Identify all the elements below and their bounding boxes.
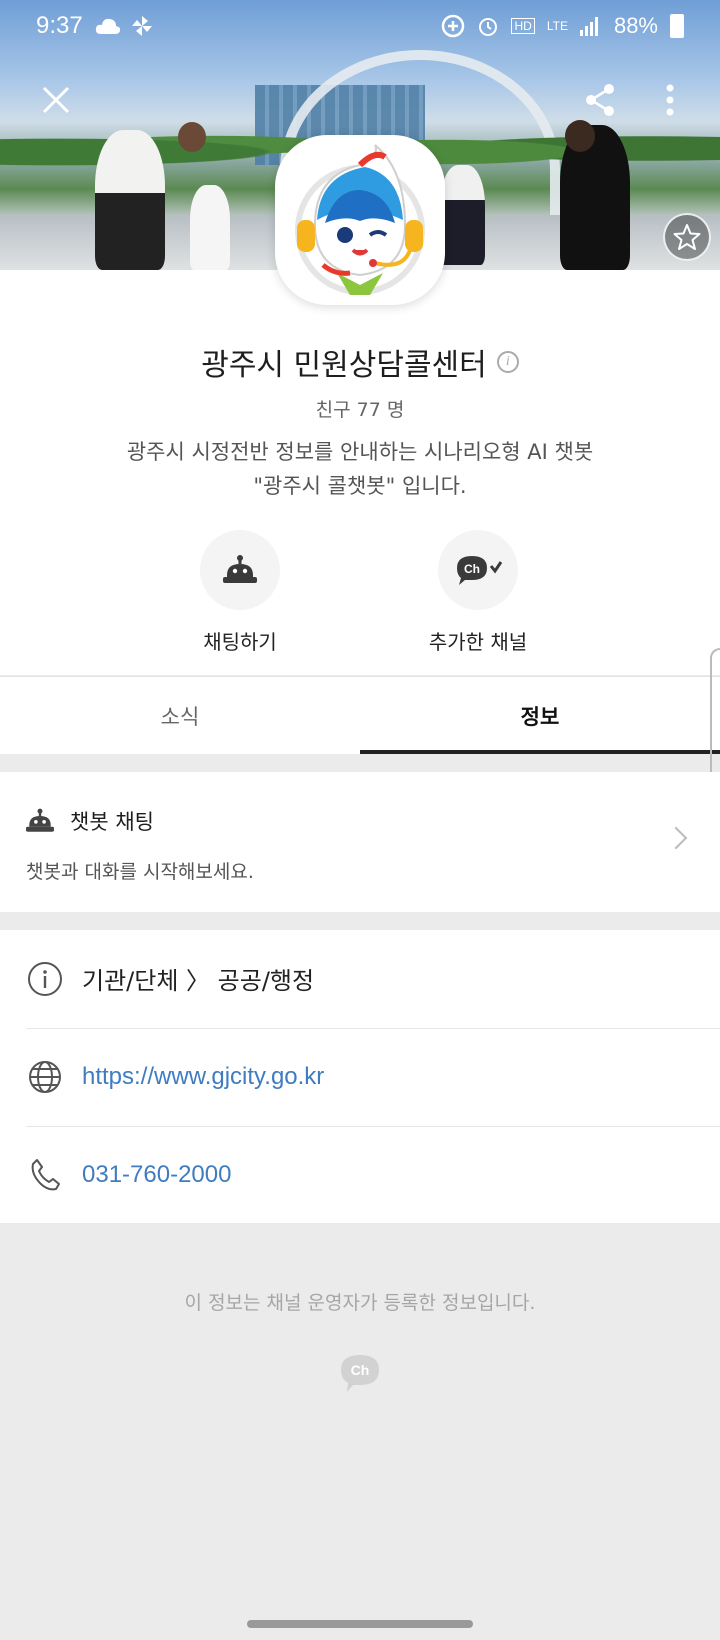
channel-icon-text: Ch <box>464 562 480 576</box>
cover-person <box>440 165 485 265</box>
info-icon[interactable]: i <box>496 351 519 373</box>
hd-voice-icon: HD <box>511 18 535 34</box>
cover-person <box>95 130 165 270</box>
chatbot-icon <box>26 808 54 832</box>
share-icon <box>586 84 614 116</box>
description-line: "광주시 콜챗봇" 입니다. <box>253 474 467 498</box>
mascot-logo-icon <box>295 144 425 295</box>
description-line: 광주시 시정전반 정보를 안내하는 시나리오형 AI 챗봇 <box>126 440 594 464</box>
tab-info[interactable]: 정보 <box>360 677 720 754</box>
added-channel-circle[interactable]: Ch <box>438 530 518 610</box>
tab-bar: 소식 정보 <box>0 676 720 754</box>
chatbot-card-subtitle: 챗봇과 대화를 시작해보세요. <box>26 861 254 883</box>
tab-news[interactable]: 소식 <box>0 677 360 754</box>
chat-action-label: 채팅하기 <box>203 630 277 654</box>
signal-icon <box>579 17 598 36</box>
battery-percent: 88% <box>613 13 658 38</box>
channel-name: 광주시 민원상담콜센터 <box>201 348 487 383</box>
channel-logo-icon: Ch <box>341 1355 379 1392</box>
channel-check-icon: Ch <box>457 556 503 585</box>
category-row: 기관/단체 〉 공공/행정 <box>26 930 720 1027</box>
footer-note: 이 정보는 채널 운영자가 등록한 정보입니다. <box>184 1292 536 1314</box>
chat-action-circle[interactable] <box>200 530 280 610</box>
data-saver-icon <box>442 14 465 38</box>
home-indicator[interactable] <box>247 1620 473 1628</box>
battery-icon <box>670 14 684 38</box>
cloud-icon <box>95 18 120 34</box>
cover-person-head <box>565 120 595 152</box>
alarm-icon <box>479 18 498 36</box>
channel-logo <box>275 135 445 305</box>
channel-description: 광주시 시정전반 정보를 안내하는 시나리오형 AI 챗봇 "광주시 콜챗봇" … <box>0 435 720 503</box>
pinwheel-icon <box>131 16 152 36</box>
chatbot-card-title: 챗봇 채팅 <box>70 810 154 834</box>
chatbot-card-title-row: 챗봇 채팅 <box>26 806 154 836</box>
share-button[interactable] <box>582 82 618 118</box>
phone-row[interactable]: 031-760-2000 <box>26 1126 720 1223</box>
more-vertical-icon <box>666 84 674 116</box>
status-time: 9:37 <box>36 12 83 39</box>
added-channel-action[interactable]: Ch 추가한 채널 <box>378 530 578 655</box>
close-button[interactable] <box>38 82 74 118</box>
channel-title-row: 광주시 민원상담콜센터 i <box>0 340 720 384</box>
more-options-button[interactable] <box>662 82 678 118</box>
website-row[interactable]: https://www.gjcity.go.kr <box>26 1028 720 1125</box>
chat-action[interactable]: 채팅하기 <box>140 530 340 655</box>
friend-count: 친구 77 명 <box>315 399 405 421</box>
website-link[interactable]: https://www.gjcity.go.kr <box>82 1063 324 1091</box>
category-text: 기관/단체 〉 공공/행정 <box>82 967 315 995</box>
star-icon <box>673 224 701 250</box>
lte-icon: LTE <box>546 19 568 33</box>
chatbot-icon <box>223 555 257 583</box>
info-circle-icon <box>26 960 64 998</box>
close-icon <box>42 86 70 114</box>
profile-card: 광주시 민원상담콜센터 i 친구 77 명 광주시 시정전반 정보를 안내하는 … <box>0 270 720 675</box>
status-bar: 9:37 HD LTE 88% <box>0 0 720 52</box>
globe-icon <box>26 1058 64 1096</box>
phone-link[interactable]: 031-760-2000 <box>82 1161 231 1189</box>
cover-person-head <box>178 122 206 152</box>
cover-person <box>190 185 230 270</box>
phone-icon <box>26 1156 64 1194</box>
kakao-channel-logo: Ch <box>339 1352 381 1394</box>
chevron-right-icon <box>664 826 688 850</box>
added-channel-label: 추가한 채널 <box>428 630 528 654</box>
chatbot-chat-card[interactable]: 챗봇 채팅 챗봇과 대화를 시작해보세요. <box>0 772 720 912</box>
favorite-button[interactable] <box>663 213 711 261</box>
footer-logo-text: Ch <box>351 1362 370 1378</box>
channel-info-list: 기관/단체 〉 공공/행정 https://www.gjcity.go.kr 0… <box>0 930 720 1223</box>
